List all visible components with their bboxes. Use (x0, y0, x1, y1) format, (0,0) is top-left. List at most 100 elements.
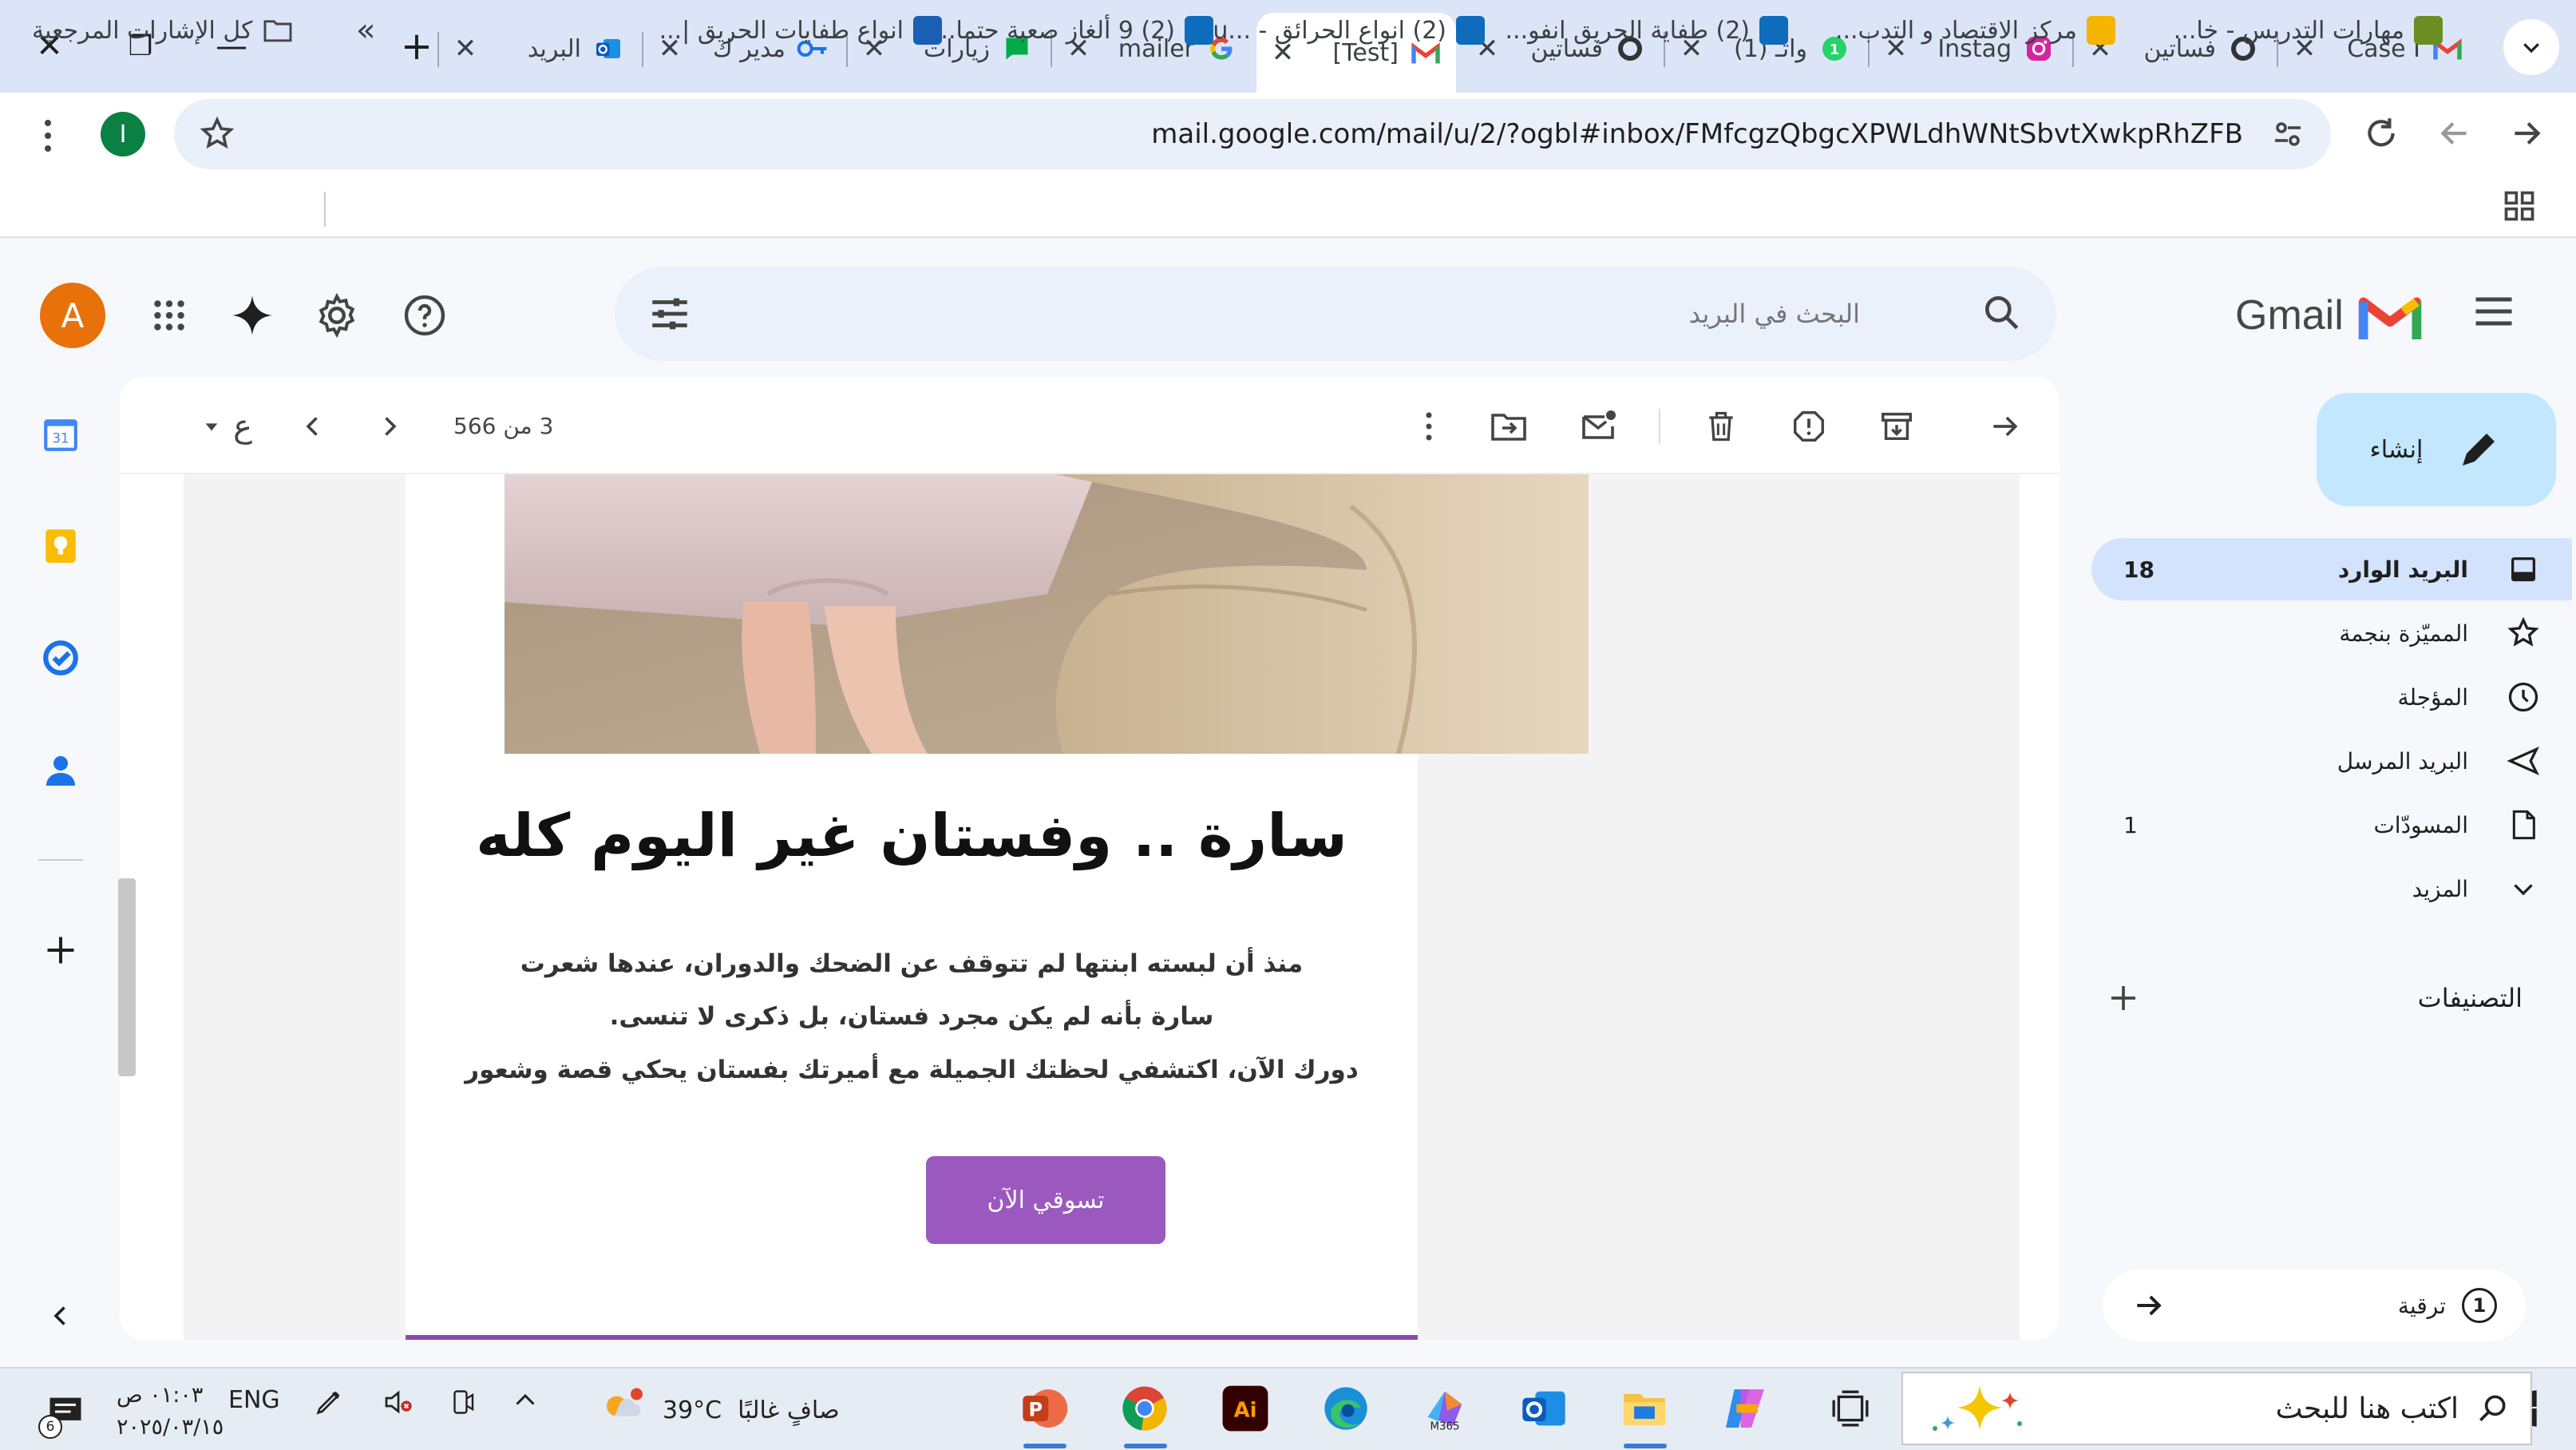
all-bookmarks-button[interactable]: كل الإشارات المرجعية (32, 10, 294, 51)
svg-text:M365: M365 (1430, 1421, 1460, 1433)
toolbar-divider (1659, 409, 1660, 444)
gemini-sparkle-icon[interactable] (220, 283, 284, 347)
move-to-icon[interactable] (1483, 401, 1534, 452)
pen-menu-icon[interactable] (313, 1386, 345, 1418)
browser-tab[interactable]: ✕ البريد (439, 13, 639, 85)
tasks-icon[interactable] (35, 632, 86, 683)
bookmark-favicon-icon (1456, 16, 1485, 45)
copilot-sparkle-icon (1933, 1385, 2022, 1431)
back-to-inbox-icon[interactable] (1980, 401, 2031, 452)
powerpoint-icon[interactable]: P (1014, 1378, 1074, 1439)
labels-section: التصنيفات (2107, 973, 2523, 1024)
taskbar-search-box[interactable]: اكتب هنا للبحث (1901, 1372, 2532, 1445)
email-divider-line (406, 1335, 1418, 1340)
task-view-icon[interactable] (1820, 1378, 1881, 1439)
bookmark-item[interactable]: (2) 9 ألغاز صعبة حتما... (933, 10, 1213, 51)
message-view: 3 من 566 ع سارة .. وفستان غير اليوم كله … (120, 377, 2060, 1340)
contacts-icon[interactable] (35, 744, 86, 795)
bookmark-divider (324, 192, 326, 227)
calendar-icon[interactable]: 31 (35, 409, 86, 460)
site-settings-icon[interactable] (2269, 115, 2307, 153)
side-panel-divider (38, 859, 83, 861)
bookmark-item[interactable]: (2) انواع الحرائق - ...You (1187, 10, 1485, 51)
taskbar-clock[interactable]: ٠١:٠٣ ص ٢٠٢٥/٠٣/١٥ (117, 1380, 224, 1444)
search-options-icon[interactable] (647, 291, 693, 337)
star-icon (2503, 613, 2543, 653)
bookmark-label: (2) طفاية الحريق انفو... (1505, 16, 1750, 45)
nav-item[interactable]: المسودّات 1 (2091, 794, 2572, 856)
pencil-icon (2463, 434, 2495, 466)
more-options-icon[interactable] (1403, 401, 1454, 452)
add-label-icon[interactable] (2107, 982, 2139, 1014)
input-tools-label: ع (233, 408, 252, 445)
weather-widget[interactable]: 39°C صافٍ غالبًا (599, 1386, 840, 1434)
nav-item-label: البريد المرسل (2337, 747, 2468, 775)
hide-side-panel-icon[interactable] (35, 1290, 86, 1341)
search-input[interactable] (758, 267, 1860, 361)
archive-icon[interactable] (1871, 401, 1922, 452)
settings-gear-icon[interactable] (305, 283, 369, 347)
svg-text:31: 31 (52, 430, 69, 446)
bookmarks-overflow-button[interactable]: » (356, 10, 375, 51)
mail-search-bar[interactable] (615, 267, 2056, 361)
shop-now-button[interactable]: تسوقي الآن (926, 1156, 1165, 1244)
older-message-icon[interactable] (364, 401, 415, 452)
bookmark-item[interactable]: (2) طفاية الحريق انفو... (1506, 10, 1788, 51)
nav-item[interactable]: البريد المرسل (2091, 730, 2572, 792)
add-addon-icon[interactable] (35, 925, 86, 976)
keep-icon[interactable] (35, 521, 86, 572)
bookmark-label: مهارات التدريس - خا... (2173, 16, 2404, 45)
back-arrow-icon[interactable] (2435, 113, 2475, 153)
meet-now-icon[interactable] (449, 1386, 477, 1418)
file-explorer-icon[interactable] (1614, 1378, 1675, 1439)
apps-grid-icon[interactable] (2502, 188, 2537, 224)
close-tab-icon[interactable]: ✕ (453, 33, 477, 65)
help-icon[interactable] (393, 283, 457, 347)
microsoft-365-icon[interactable]: M365 (1415, 1378, 1475, 1439)
clock-icon (2503, 677, 2543, 717)
report-spam-icon[interactable] (1783, 401, 1834, 452)
newer-message-icon[interactable] (287, 401, 338, 452)
svg-text:Ai: Ai (1234, 1398, 1257, 1422)
upgrade-storage-button[interactable]: 1 ترقية (2103, 1270, 2526, 1341)
bookmark-label: انواع طفايات الحريق |... (659, 16, 904, 45)
bookmark-item[interactable]: مهارات التدريس - خا... (2174, 10, 2443, 51)
gmail-logo-text: Gmail (2235, 292, 2344, 339)
browser-menu-icon[interactable] (24, 112, 72, 160)
nav-item[interactable]: المميّزة بنجمة (2091, 602, 2572, 664)
search-icon[interactable] (1980, 291, 2024, 335)
notifications-icon[interactable]: 6 (38, 1391, 86, 1439)
message-scrollbar[interactable] (118, 878, 136, 1076)
bookmark-item[interactable]: انواع طفايات الحريق |... (659, 10, 942, 51)
gmail-m-icon (2358, 297, 2421, 339)
input-language-indicator[interactable]: ENG (228, 1386, 280, 1414)
main-menu-icon[interactable] (2470, 287, 2518, 335)
profile-avatar[interactable]: I (101, 112, 145, 156)
google-apps-icon[interactable] (137, 283, 201, 347)
gmail-logo[interactable]: Gmail (2235, 279, 2443, 351)
account-avatar[interactable]: A (40, 283, 105, 348)
tab-title: البريد (527, 34, 581, 63)
tab-search-button[interactable] (2503, 19, 2559, 75)
edge-icon[interactable] (1316, 1378, 1376, 1439)
chrome-icon[interactable] (1114, 1378, 1175, 1439)
illustrator-icon[interactable]: Ai (1215, 1378, 1276, 1439)
show-hidden-icons[interactable] (511, 1386, 540, 1415)
reload-icon[interactable] (2361, 113, 2401, 153)
input-tools-button[interactable]: ع (184, 401, 271, 452)
volume-muted-icon[interactable] (380, 1386, 417, 1418)
mark-unread-icon[interactable] (1573, 401, 1624, 452)
address-bar[interactable]: mail.google.com/mail/u/2/?ogbl#inbox/FMf… (174, 99, 2331, 169)
nav-item[interactable]: المزيد (2091, 858, 2572, 920)
copilot-app-icon[interactable] (1715, 1378, 1775, 1439)
delete-trash-icon[interactable] (1696, 401, 1747, 452)
nav-item[interactable]: البريد الوارد 18 (2091, 538, 2572, 600)
forward-arrow-icon[interactable] (2507, 113, 2546, 153)
compose-button[interactable]: إنشاء (2317, 393, 2556, 506)
nav-item[interactable]: المؤجلة (2091, 666, 2572, 728)
outlook-icon[interactable] (1514, 1378, 1574, 1439)
url-text[interactable]: mail.google.com/mail/u/2/?ogbl#inbox/FMf… (174, 99, 2331, 169)
email-paragraph-1: منذ أن لبسته ابنتها لم تتوقف عن الضحك وا… (520, 949, 1304, 1031)
bookmark-item[interactable]: مركز الاقتصاد و التدب... (1835, 10, 2115, 51)
weather-description: صافٍ غالبًا (738, 1396, 840, 1424)
